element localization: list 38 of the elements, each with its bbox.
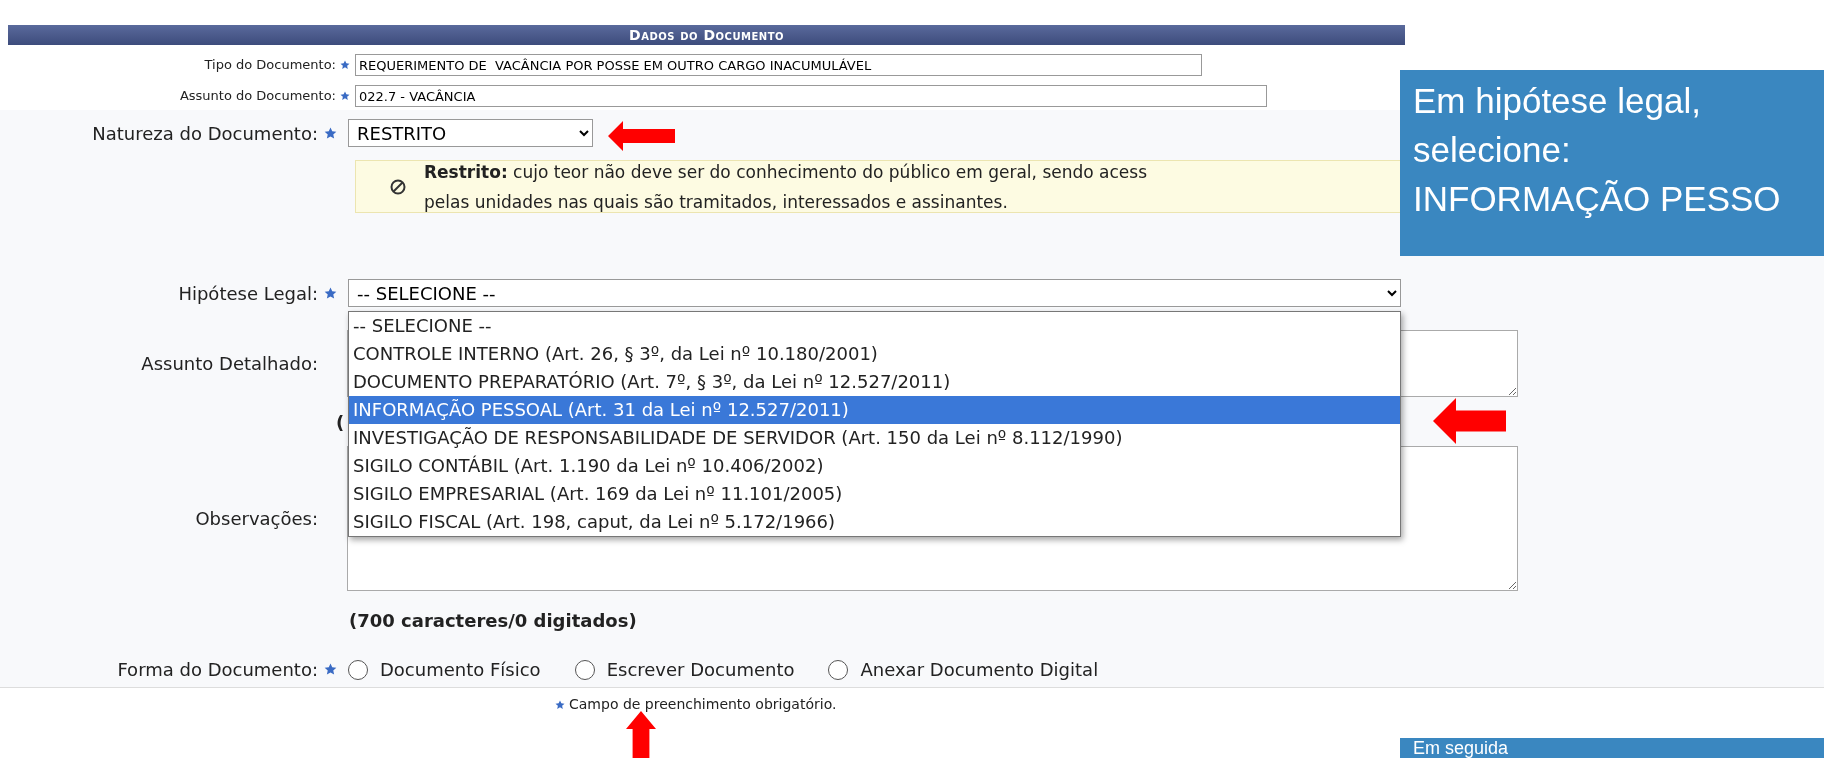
callout-text: Em seguida	[1413, 738, 1510, 758]
dropdown-option[interactable]: SIGILO FISCAL (Art. 198, caput, da Lei nº 5.172/1966)	[349, 508, 1400, 536]
info-text: Restrito: cujo teor não deve ser do conhecimento do público em geral, sendo acess pelas unidades nas quais são tramitados, interessados e assinantes.	[424, 160, 1147, 214]
callout-text: Em hipótese legal,	[1413, 80, 1702, 122]
field-label: Natureza do Documento:	[91, 121, 318, 146]
prohibited-icon	[389, 177, 407, 196]
callout-text: INFORMAÇÃO PESSO	[1413, 178, 1782, 220]
select-field[interactable]: -- SELECIONE --	[348, 279, 1401, 307]
dropdown-option[interactable]: CONTROLE INTERNO (Art. 26, § 3º, da Lei nº 10.180/2001)	[349, 340, 1400, 368]
field-label: Forma do Documento:	[116, 658, 318, 682]
dropdown-option[interactable]: INVESTIGAÇÃO DE RESPONSABILIDADE DE SERVIDOR (Art. 150 da Lei nº 8.112/1990)	[349, 424, 1400, 452]
field-label: Assunto do Documento:	[178, 87, 336, 106]
radio-button[interactable]	[574, 659, 595, 680]
callout-text: selecione:	[1413, 129, 1572, 171]
text-field[interactable]: 022.7 - VACÂNCIA	[355, 85, 1267, 107]
dropdown-option[interactable]: SIGILO EMPRESARIAL (Art. 169 da Lei nº 11.101/2005)	[349, 480, 1400, 508]
field-label: Hipótese Legal:	[177, 281, 318, 306]
footer-note: Campo de preenchimento obrigatório.	[569, 695, 837, 714]
radio-label: Documento Físico	[380, 658, 541, 682]
dropdown-option[interactable]: INFORMAÇÃO PESSOAL (Art. 31 da Lei nº 12.527/2011)	[349, 396, 1400, 424]
field-label: Observações:	[194, 507, 318, 531]
dropdown-option[interactable]: SIGILO CONTÁBIL (Art. 1.190 da Lei nº 10.406/2002)	[349, 452, 1400, 480]
radio-button[interactable]	[348, 659, 368, 680]
required-star-icon	[555, 699, 565, 710]
radio-button[interactable]	[828, 659, 849, 680]
text-field[interactable]: REQUERIMENTO DE VACÂNCIA POR POSSE EM OUTRO CARGO INACUMULÁVEL	[355, 54, 1202, 76]
dropdown-option[interactable]: DOCUMENTO PREPARATÓRIO (Art. 7º, § 3º, da Lei nº 12.527/2011)	[349, 368, 1400, 396]
section-header: Dados do Documento	[8, 25, 1405, 45]
counter-text: (	[336, 410, 345, 435]
radio-label: Anexar Documento Digital	[860, 658, 1099, 682]
select-field[interactable]: RESTRITO	[348, 119, 593, 147]
dropdown-option[interactable]: -- SELECIONE --	[349, 312, 1400, 340]
field-label: Assunto Detalhado:	[140, 352, 318, 376]
field-label: Tipo do Documento:	[203, 56, 336, 75]
pointer-arrow	[608, 121, 675, 151]
radio-label: Escrever Documento	[606, 658, 795, 682]
counter-text: (700 caracteres/0 digitados)	[349, 609, 637, 633]
pointer-arrow	[626, 711, 656, 758]
